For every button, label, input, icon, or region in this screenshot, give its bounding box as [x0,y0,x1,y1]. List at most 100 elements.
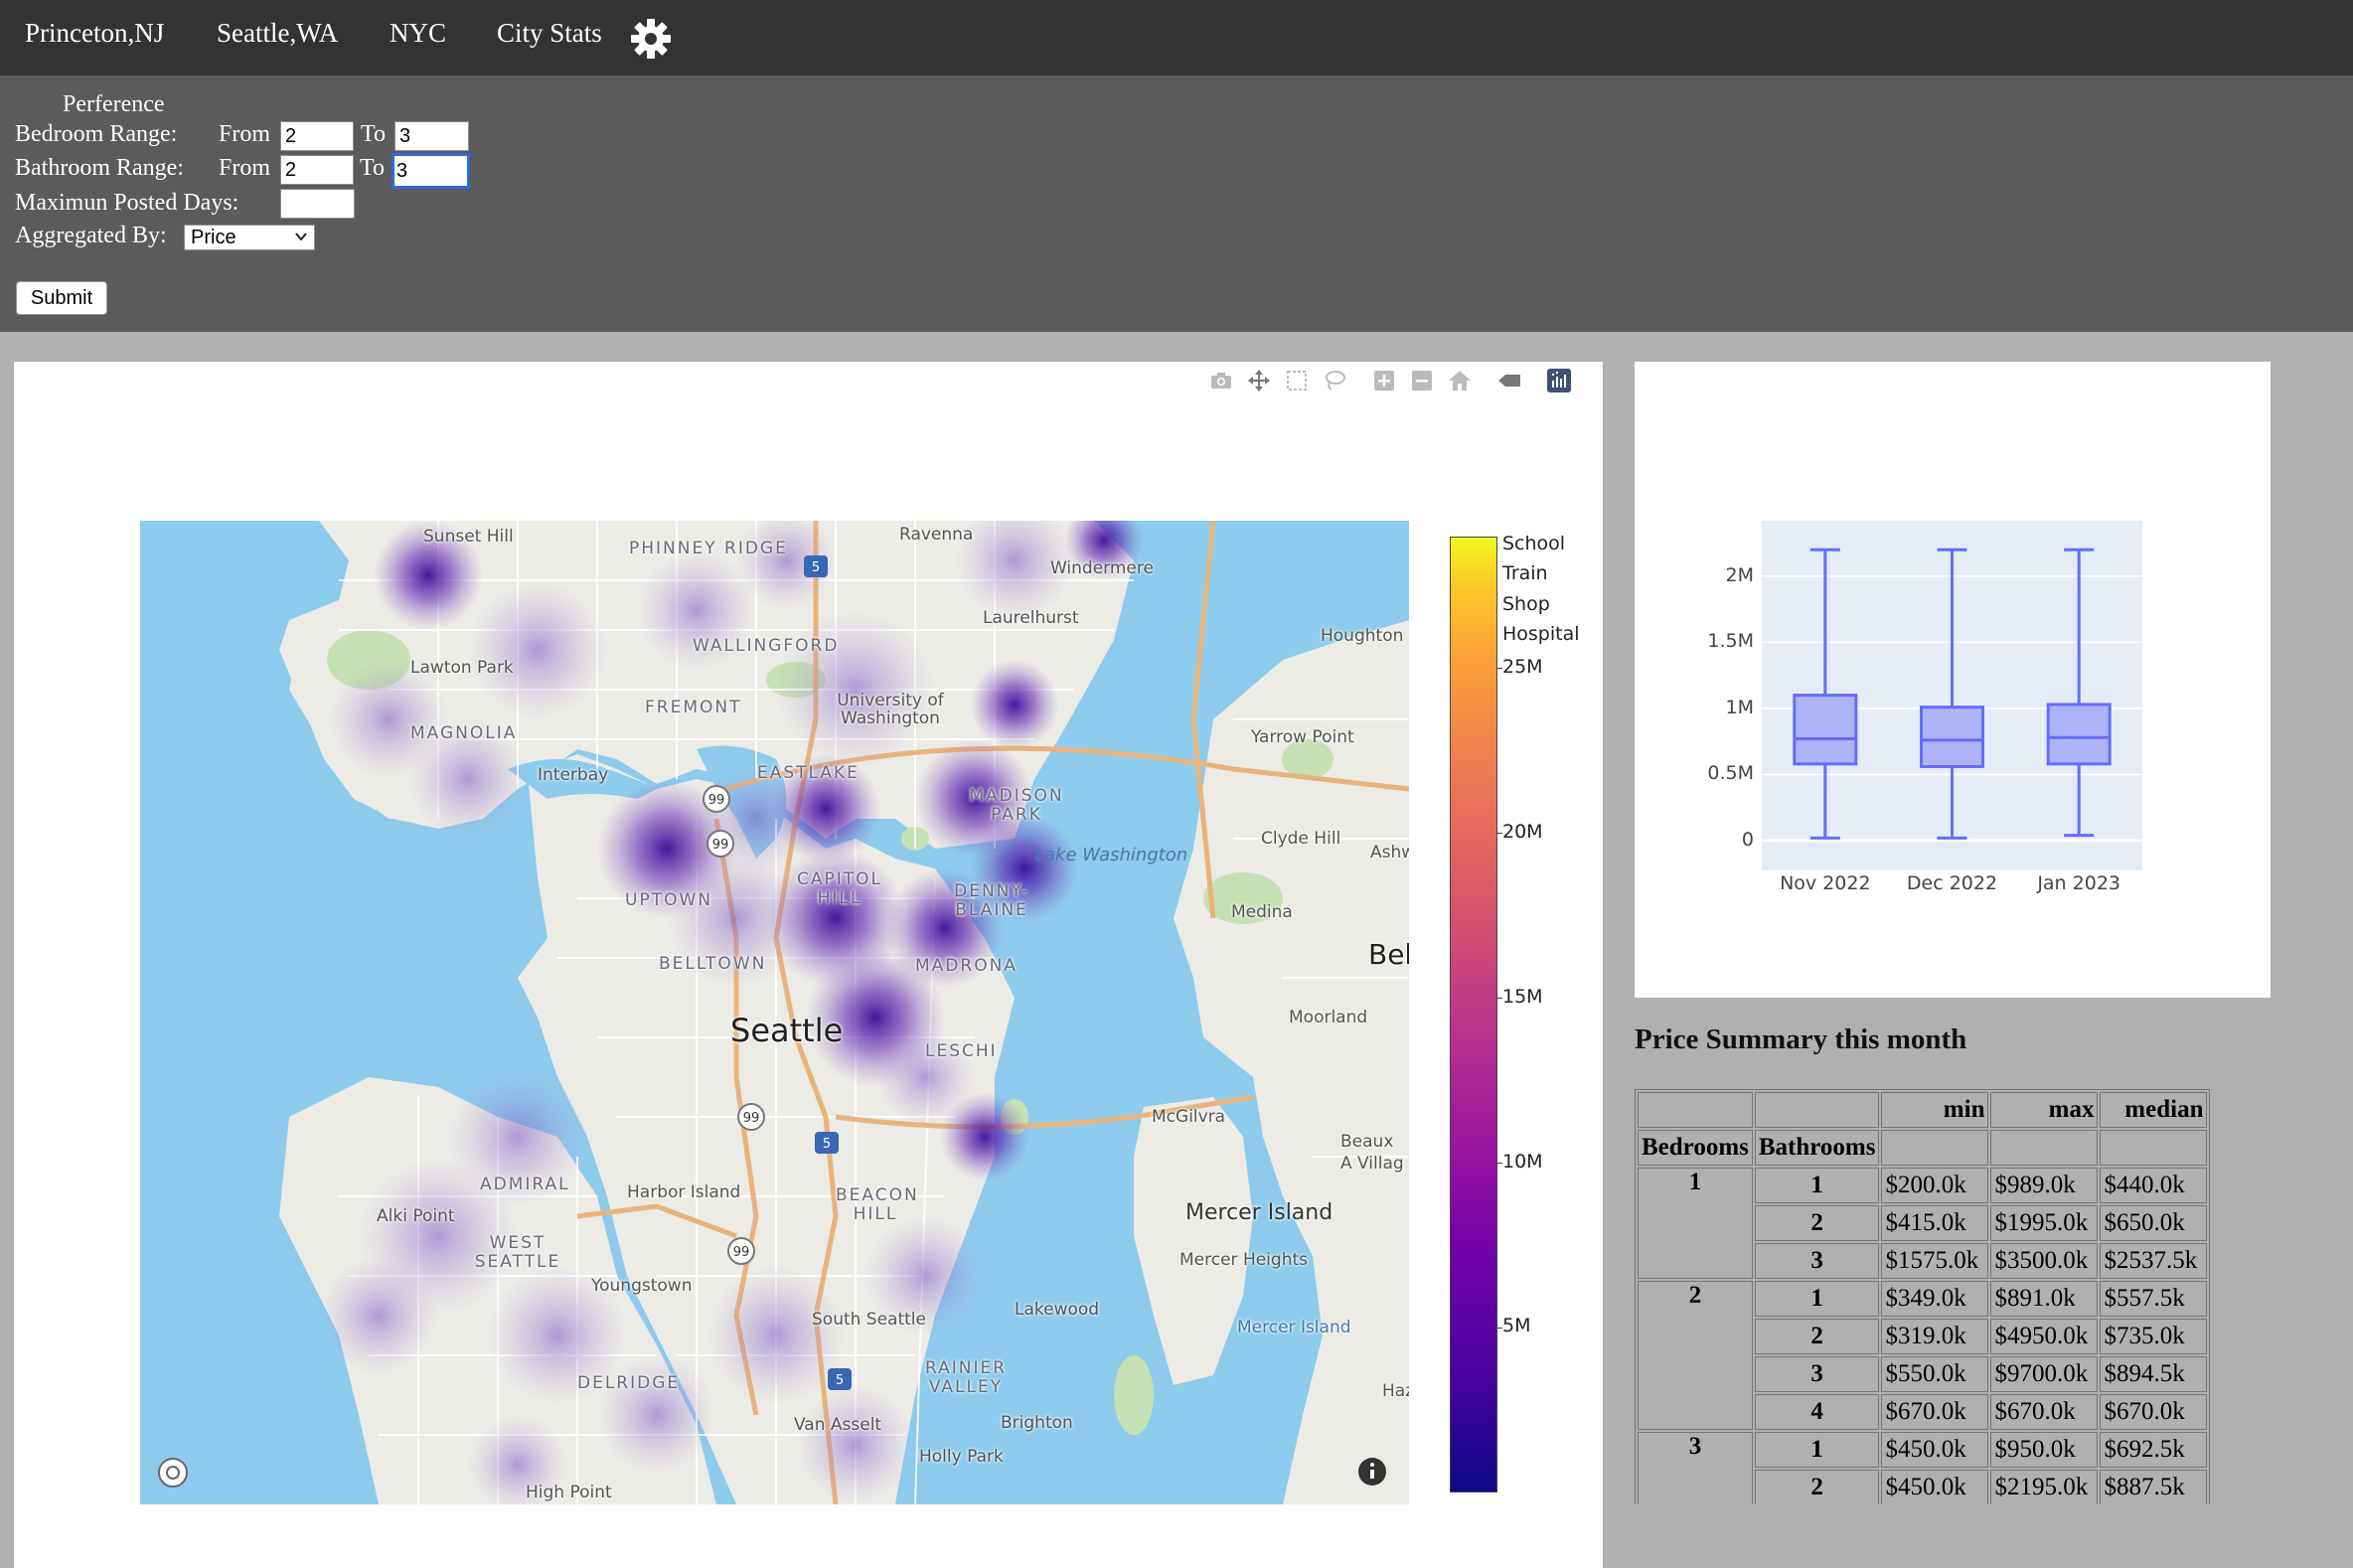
map-label: WEST SEATTLE [474,1233,561,1272]
nav-princeton[interactable]: Princeton,NJ [25,18,164,49]
map-label: Yarrow Point [1251,727,1354,747]
y-tick-label: 1M [1725,696,1754,718]
map-label: Lawton Park [410,658,514,678]
map-label: Youngstown [591,1276,693,1296]
map-label: MAGNOLIA [410,723,518,743]
y-tick-label: 0 [1741,829,1754,851]
chevron-down-icon [295,233,307,241]
max-cell: $670.0k [1990,1394,2099,1430]
colorbar-tick-label: 10M [1502,1151,1543,1173]
box-dec-2022[interactable] [1920,548,1984,840]
y-tick-label: 2M [1725,563,1754,586]
box-plot-svg [1762,548,2142,843]
y-tick-label: 1.5M [1707,630,1754,653]
svg-text:5: 5 [836,1373,844,1388]
table-header-empty [1638,1092,1753,1128]
box-select-icon[interactable] [1284,368,1310,393]
pan-icon[interactable] [1246,368,1272,393]
table-header-max: max [1990,1092,2099,1128]
table-row: 3 1 $450.0k $950.0k $692.5k [1638,1432,2208,1504]
price-summary-table-wrap[interactable]: min max median Bedrooms Bathrooms 1 1 $200… [1635,1089,2243,1504]
gear-icon[interactable] [629,17,673,61]
box-nov-2022[interactable] [1793,548,1858,840]
map-label: Ravenna [899,525,974,545]
bathroom-to-input[interactable]: 3 [392,153,470,189]
colorbar-tick-label: 20M [1502,821,1543,843]
map-label: Holly Park [919,1447,1004,1467]
map-label: BEACON HILL [836,1185,919,1224]
iqr-box [1920,706,1984,768]
svg-text:99: 99 [708,793,725,808]
bathrooms-cell: 3 [1754,1243,1880,1279]
min-cell: $415.0k [1881,1205,1989,1241]
colorbar-category-label: Train [1502,562,1548,584]
max-cell: $4950.0k [1990,1319,2099,1354]
bedroom-from-label: From [219,121,271,147]
nav-nyc[interactable]: NYC [390,18,446,49]
median-cell: $440.0k [2100,1168,2208,1203]
toggle-spike-icon[interactable] [1496,368,1522,393]
table-row: 1 1 $200.0k $989.0k $440.0k [1638,1168,2208,1279]
table-row: 2 1 $349.0k $891.0k $557.5k [1638,1281,2208,1430]
submit-button[interactable]: Submit [16,281,107,315]
colorbar-category-label: Shop [1502,593,1550,615]
map-water-label: Lake Washington [1034,845,1188,865]
nav-city-stats[interactable]: City Stats [497,18,602,49]
bedroom-to-label: To [361,121,386,147]
bathrooms-cell: 2 [1754,1470,1880,1504]
median-cell: $670.0k [2100,1394,2208,1430]
map-label: MADISON PARK [969,786,1064,825]
bathrooms-cell: 1 [1754,1281,1880,1317]
zoom-in-icon[interactable] [1371,368,1397,393]
map-label: Lakewood [1015,1300,1100,1320]
map-label: Sunset Hill [423,527,514,547]
map-label: Harbor Island [627,1182,741,1202]
map-label: MADRONA [915,956,1018,976]
nav-seattle[interactable]: Seattle,WA [217,18,338,49]
max-posted-days-input[interactable] [280,189,355,219]
bathrooms-cell: 1 [1754,1168,1880,1203]
density-map[interactable]: 5 99 99 99 5 99 5 Sunset Hill PHINNEY RI… [140,521,1409,1504]
bathrooms-cell: 2 [1754,1319,1880,1354]
max-cell: $989.0k [1990,1168,2099,1203]
zoom-out-icon[interactable] [1409,368,1435,393]
bathroom-from-label: From [219,155,271,181]
camera-icon[interactable] [1208,368,1234,393]
reset-home-icon[interactable] [1447,368,1473,393]
bathrooms-cell: 2 [1754,1205,1880,1241]
aggregated-by-select[interactable]: Price [184,225,315,250]
x-tick-label: Jan 2023 [2037,872,2120,894]
table-header-empty [2100,1130,2208,1166]
table-header-median: median [2100,1092,2208,1128]
map-label: Mercer Island [1185,1200,1333,1225]
bedroom-from-input[interactable]: 2 [280,121,354,151]
min-cell: $450.0k [1881,1432,1989,1468]
map-label: EASTLAKE [757,763,860,783]
box-jan-2023[interactable] [2046,548,2112,838]
map-label: Bel [1368,938,1409,971]
table-header-bathrooms: Bathrooms [1754,1130,1880,1166]
colorbar-tick-label: 15M [1502,986,1543,1008]
bedroom-range-label: Bedroom Range: [15,121,178,147]
plot-modebar [1208,368,1602,393]
table-header-empty [1754,1092,1880,1128]
map-label: Van Asselt [794,1415,882,1435]
min-cell: $1575.0k [1881,1243,1989,1279]
map-label: Windermere [1050,558,1154,578]
map-colorbar [1450,537,1497,1492]
map-label: Beaux A Villag [1340,1132,1404,1174]
map-label: DENNY-BLAINE [954,881,1029,920]
min-cell: $550.0k [1881,1356,1989,1392]
bedroom-to-input[interactable]: 3 [394,121,469,151]
bathroom-to-label: To [360,155,385,181]
svg-text:99: 99 [712,838,729,853]
table-header-empty [1990,1130,2099,1166]
max-cell: $2195.0k [1990,1470,2099,1504]
max-cell: $891.0k [1990,1281,2099,1317]
svg-text:5: 5 [812,560,820,575]
plotly-logo-icon[interactable] [1546,368,1572,393]
lasso-select-icon[interactable] [1322,368,1347,393]
map-label: Haz [1382,1381,1409,1401]
map-label: Brighton [1001,1413,1073,1433]
bathroom-from-input[interactable]: 2 [280,155,354,185]
